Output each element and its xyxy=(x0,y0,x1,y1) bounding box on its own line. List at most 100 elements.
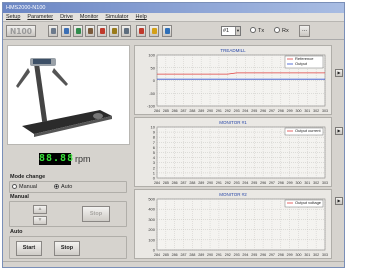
menu-bar: Setup Parameter Drive Monitor Simulator … xyxy=(3,13,344,22)
model-button[interactable]: N100 xyxy=(6,25,36,37)
left-panel: 88.88 rpm Mode change Manual Auto Manual… xyxy=(7,45,130,261)
auto-group: Auto Start Stop xyxy=(9,229,127,259)
y-tick-label: 50 xyxy=(151,65,156,70)
x-tick-label: 302 xyxy=(313,253,319,257)
tx-label: Tx xyxy=(258,28,265,34)
x-tick-label: 296 xyxy=(260,181,266,185)
x-tick-label: 295 xyxy=(251,253,257,257)
manual-mode-radio[interactable]: Manual xyxy=(12,184,37,191)
bottle-blue-icon[interactable] xyxy=(162,25,172,37)
y-tick-label: 0 xyxy=(153,78,156,83)
treadmill-illustration xyxy=(16,58,112,137)
x-tick-label: 290 xyxy=(207,253,213,257)
x-tick-label: 286 xyxy=(172,181,178,185)
auto-mode-label: Auto xyxy=(61,184,73,190)
chip-icon[interactable] xyxy=(97,25,107,37)
x-tick-label: 287 xyxy=(181,181,187,185)
x-tick-label: 295 xyxy=(251,109,257,113)
x-tick-label: 302 xyxy=(313,181,319,185)
chevron-down-icon[interactable]: ▼ xyxy=(235,27,240,35)
auto-stop-button[interactable]: Stop xyxy=(54,241,80,256)
x-tick-label: 294 xyxy=(242,253,248,257)
x-tick-label: 299 xyxy=(287,181,293,185)
channel-value: #1 xyxy=(223,28,230,34)
y-tick-label: -100 xyxy=(147,104,156,109)
x-tick-label: 293 xyxy=(234,181,240,185)
status-bar xyxy=(3,261,344,267)
x-tick-label: 288 xyxy=(189,253,195,257)
x-tick-label: 284 xyxy=(154,253,160,257)
bottle-red-icon[interactable] xyxy=(136,25,146,37)
manual-title: Manual xyxy=(10,194,29,200)
rpm-unit: rpm xyxy=(75,154,91,164)
x-tick-label: 298 xyxy=(278,181,284,185)
rpm-readout: 88.88 rpm xyxy=(39,153,91,165)
motor-icon[interactable] xyxy=(85,25,95,37)
x-tick-label: 289 xyxy=(198,253,204,257)
chevron-up-icon[interactable]: ▲ xyxy=(33,205,47,214)
x-tick-label: 300 xyxy=(295,109,301,113)
manual-stop-button[interactable]: Stop xyxy=(82,206,110,222)
rpm-display: 88.88 xyxy=(39,153,75,165)
radio-circle-icon xyxy=(12,184,17,189)
x-tick-label: 302 xyxy=(313,109,319,113)
y-tick-label: 100 xyxy=(148,237,155,242)
x-tick-label: 301 xyxy=(304,181,310,185)
x-tick-label: 303 xyxy=(322,181,328,185)
x-tick-label: 291 xyxy=(216,253,222,257)
auto-mode-radio[interactable]: Auto xyxy=(54,184,72,191)
mode-change-group: Mode change Manual Auto xyxy=(9,174,127,193)
x-tick-label: 287 xyxy=(181,253,187,257)
expand-arrow-icon[interactable]: ▶ xyxy=(335,69,343,77)
y-tick-label: 400 xyxy=(148,207,155,212)
channel-select[interactable]: #1 ▼ xyxy=(221,26,241,36)
menu-drive[interactable]: Drive xyxy=(60,13,73,21)
app-window: HMS2000-N100 Setup Parameter Drive Monit… xyxy=(2,2,345,268)
x-tick-label: 294 xyxy=(242,109,248,113)
start-button[interactable]: Start xyxy=(16,241,42,256)
x-tick-label: 291 xyxy=(216,109,222,113)
x-tick-label: 303 xyxy=(322,253,328,257)
y-tick-label: 0 xyxy=(153,248,156,253)
menu-monitor[interactable]: Monitor xyxy=(80,13,98,21)
chevron-down-icon[interactable]: ▼ xyxy=(33,216,47,225)
monitor2-chart: 500 400 300 200 100 0284 285 286 287 288 289 290 291… xyxy=(148,197,328,258)
x-tick-label: 284 xyxy=(154,181,160,185)
speed-stepper[interactable]: ▲ ▼ xyxy=(33,205,47,225)
menu-setup[interactable]: Setup xyxy=(6,13,20,21)
wrench-icon[interactable] xyxy=(48,25,58,37)
y-tick-label: -50 xyxy=(149,91,156,96)
x-tick-label: 297 xyxy=(269,253,275,257)
x-tick-label: 297 xyxy=(269,109,275,113)
y-tick-label: 300 xyxy=(148,217,155,222)
rx-radio[interactable]: Rx xyxy=(274,27,289,35)
x-tick-label: 303 xyxy=(322,109,328,113)
x-tick-label: 291 xyxy=(216,181,222,185)
mode-change-title: Mode change xyxy=(10,174,46,180)
expand-arrow-icon[interactable]: ▶ xyxy=(335,127,343,135)
menu-simulator[interactable]: Simulator xyxy=(105,13,128,21)
x-tick-label: 296 xyxy=(260,253,266,257)
treadmill-image xyxy=(7,45,130,145)
menu-parameter[interactable]: Parameter xyxy=(27,13,53,21)
x-tick-label: 299 xyxy=(287,109,293,113)
globe-icon[interactable] xyxy=(73,25,83,37)
radio-circle-icon xyxy=(250,27,256,33)
bottle-yellow-icon[interactable] xyxy=(149,25,159,37)
tx-radio[interactable]: Tx xyxy=(250,27,264,35)
manual-mode-label: Manual xyxy=(19,184,38,190)
rx-label: Rx xyxy=(282,28,289,34)
menu-help[interactable]: Help xyxy=(135,13,146,21)
x-tick-label: 285 xyxy=(163,253,169,257)
x-tick-label: 301 xyxy=(304,253,310,257)
legend-label: Output current xyxy=(295,128,321,133)
expand-arrow-icon[interactable]: ▶ xyxy=(335,197,343,205)
x-tick-label: 285 xyxy=(163,109,169,113)
more-button[interactable]: ... xyxy=(299,25,310,37)
x-tick-label: 289 xyxy=(198,109,204,113)
x-tick-label: 293 xyxy=(234,109,240,113)
sensor-icon[interactable] xyxy=(61,25,71,37)
x-tick-label: 298 xyxy=(278,253,284,257)
gear-icon[interactable] xyxy=(121,25,131,37)
tools-icon[interactable] xyxy=(109,25,119,37)
